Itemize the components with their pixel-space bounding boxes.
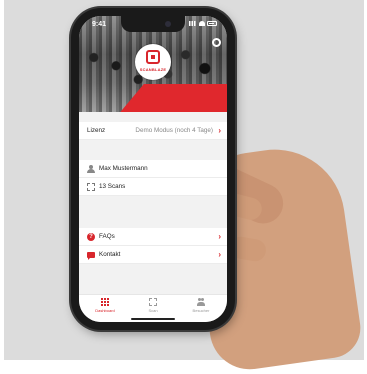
license-value: Demo Modus (noch 4 Tage): [135, 127, 213, 134]
app-screen: 9:41 SCANBLAZE Lizenz Demo Modus (noch 4…: [79, 16, 227, 322]
scan-icon: [87, 183, 95, 191]
tab-label: Besucher: [192, 308, 210, 313]
license-row[interactable]: Lizenz Demo Modus (noch 4 Tage) ›: [79, 122, 227, 140]
faq-label: FAQs: [99, 233, 115, 240]
chevron-right-icon: ›: [218, 232, 221, 241]
battery-icon: [207, 21, 217, 26]
user-name-row: Max Mustermann: [79, 160, 227, 178]
logo-icon: [146, 50, 160, 64]
license-label: Lizenz: [87, 127, 106, 134]
grid-icon: [101, 298, 109, 306]
faq-row[interactable]: ? FAQs ›: [79, 228, 227, 246]
chevron-right-icon: ›: [218, 250, 221, 259]
user-name: Max Mustermann: [99, 165, 148, 172]
wifi-icon: [199, 21, 205, 26]
home-indicator[interactable]: [131, 318, 175, 320]
scan-count: 13 Scans: [99, 183, 126, 190]
gear-icon[interactable]: [212, 38, 221, 47]
scan-count-row: 13 Scans: [79, 178, 227, 196]
scan-icon: [149, 298, 157, 306]
chat-icon: [87, 252, 95, 260]
contact-row[interactable]: Kontakt ›: [79, 246, 227, 264]
contact-label: Kontakt: [99, 251, 121, 258]
status-time: 9:41: [92, 21, 107, 28]
phone-frame: 9:41 SCANBLAZE Lizenz Demo Modus (noch 4…: [71, 8, 235, 330]
users-icon: [197, 298, 205, 306]
question-icon: ?: [87, 233, 95, 241]
phone-notch: [121, 16, 185, 32]
signal-icon: [189, 21, 197, 26]
tab-dashboard[interactable]: Dashboard: [85, 298, 125, 313]
tab-label: Dashboard: [95, 308, 115, 313]
logo-text: SCANBLAZE: [139, 67, 167, 72]
chevron-right-icon: ›: [218, 126, 221, 135]
tab-scan[interactable]: Scan: [133, 298, 173, 313]
app-logo: SCANBLAZE: [135, 44, 171, 80]
person-icon: [87, 165, 95, 173]
tab-bar: Dashboard Scan Besucher: [79, 294, 227, 322]
tab-label: Scan: [148, 308, 158, 313]
tab-besucher[interactable]: Besucher: [181, 298, 221, 313]
